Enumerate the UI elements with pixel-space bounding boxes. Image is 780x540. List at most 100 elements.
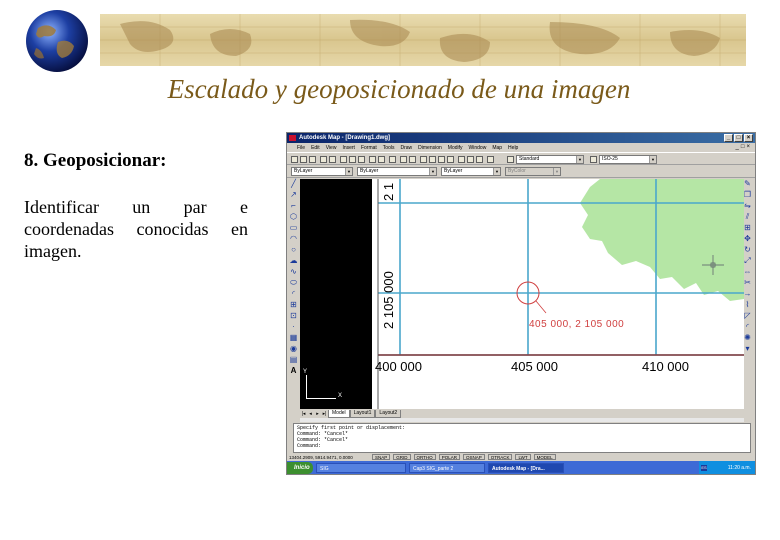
arc-icon[interactable]: ◠ xyxy=(289,234,298,243)
save-icon[interactable] xyxy=(309,156,316,163)
new-icon[interactable] xyxy=(291,156,298,163)
osnap-toggle[interactable]: OSNAP xyxy=(462,454,485,460)
mtext-icon[interactable]: A xyxy=(289,366,298,375)
table-icon[interactable]: ▤ xyxy=(289,355,298,364)
text-style-select[interactable]: Standard ▼ xyxy=(516,155,584,164)
tab-model[interactable]: Model xyxy=(328,409,350,418)
taskbar-item-sig[interactable]: SIG xyxy=(316,463,406,473)
taskbar-item-autodesk[interactable]: Autodesk Map - [Dra... xyxy=(488,463,564,473)
move-icon[interactable]: ✥ xyxy=(743,234,752,243)
linetype-select[interactable]: ByLayer ▼ xyxy=(357,167,437,176)
polar-toggle[interactable]: POLAR xyxy=(438,454,460,460)
menu-draw[interactable]: Draw xyxy=(400,145,412,151)
tab-layout2[interactable]: Layout2 xyxy=(375,409,402,418)
break-icon[interactable]: ⌇ xyxy=(743,300,752,309)
mirror-icon[interactable]: ⇋ xyxy=(743,201,752,210)
next-tab-icon[interactable]: ▸ xyxy=(314,411,321,417)
last-tab-icon[interactable]: ▸| xyxy=(321,411,328,417)
menu-map[interactable]: Map xyxy=(492,145,502,151)
dim-style-select[interactable]: ISO-25 ▼ xyxy=(599,155,657,164)
circle-icon[interactable]: ○ xyxy=(289,245,298,254)
tool-palette-icon[interactable] xyxy=(476,156,483,163)
menu-window[interactable]: Window xyxy=(469,145,487,151)
scale-icon[interactable]: ⤢ xyxy=(743,256,752,265)
model-toggle[interactable]: MODEL xyxy=(533,454,556,460)
prev-tab-icon[interactable]: ◂ xyxy=(307,411,314,417)
print-icon[interactable] xyxy=(320,156,327,163)
extend-icon[interactable]: → xyxy=(743,289,752,298)
maximize-button[interactable]: □ xyxy=(734,134,743,142)
hyperlink-icon[interactable] xyxy=(389,156,396,163)
polyline-icon[interactable]: ⌐ xyxy=(289,201,298,210)
ellipse-arc-icon[interactable]: ◜ xyxy=(289,289,298,298)
rotate-icon[interactable]: ↻ xyxy=(743,245,752,254)
ucs-icon[interactable] xyxy=(409,156,416,163)
zoom-realtime-icon[interactable] xyxy=(429,156,436,163)
menu-dimension[interactable]: Dimension xyxy=(418,145,442,151)
offset-icon[interactable]: ⫽ xyxy=(743,212,752,221)
construction-line-icon[interactable]: ↗ xyxy=(289,190,298,199)
osnap-icon[interactable] xyxy=(400,156,407,163)
menu-insert[interactable]: Insert xyxy=(342,145,355,151)
close-button[interactable]: × xyxy=(744,134,753,142)
revision-cloud-icon[interactable]: ☁ xyxy=(289,256,298,265)
menu-file[interactable]: File xyxy=(297,145,305,151)
array-icon[interactable]: ⊞ xyxy=(743,223,752,232)
line-icon[interactable]: ╱ xyxy=(289,179,298,188)
snap-toggle[interactable]: SNAP xyxy=(372,454,391,460)
menu-modify[interactable]: Modify xyxy=(448,145,463,151)
menu-help[interactable]: Help xyxy=(508,145,518,151)
menu-format[interactable]: Format xyxy=(361,145,377,151)
vscroll-down-icon[interactable]: ▾ xyxy=(743,344,752,353)
taskbar-item-cap3[interactable]: Cap3 SIG_parte 2 xyxy=(409,463,485,473)
lwt-toggle[interactable]: LWT xyxy=(515,454,531,460)
window-titlebar[interactable]: Autodesk Map - [Drawing1.dwg] _ □ × xyxy=(287,133,755,143)
drawing-area[interactable]: Y X 400 000 405 000 410 000 2 105 000 2 … xyxy=(300,179,744,409)
minimize-button[interactable]: _ xyxy=(724,134,733,142)
pan-icon[interactable] xyxy=(420,156,427,163)
zoom-previous-icon[interactable] xyxy=(447,156,454,163)
copy-object-icon[interactable]: ❐ xyxy=(743,190,752,199)
spline-icon[interactable]: ∿ xyxy=(289,267,298,276)
explode-icon[interactable]: ✺ xyxy=(743,333,752,342)
redo-icon[interactable] xyxy=(378,156,385,163)
otrack-toggle[interactable]: OTRACK xyxy=(487,454,513,460)
rectangle-icon[interactable]: ▭ xyxy=(289,223,298,232)
point-icon[interactable]: · xyxy=(289,322,298,331)
command-window[interactable]: Specify first point or displacement: Comm… xyxy=(293,423,751,453)
stretch-icon[interactable]: ⇔ xyxy=(743,267,752,276)
tab-layout1[interactable]: Layout1 xyxy=(349,409,376,418)
design-center-icon[interactable] xyxy=(467,156,474,163)
text-style-icon[interactable] xyxy=(507,156,514,163)
copy-icon[interactable] xyxy=(349,156,356,163)
open-icon[interactable] xyxy=(300,156,307,163)
hatch-icon[interactable]: ▦ xyxy=(289,333,298,342)
erase-icon[interactable]: ✎ xyxy=(743,179,752,188)
make-block-icon[interactable]: ⊡ xyxy=(289,311,298,320)
zoom-window-icon[interactable] xyxy=(438,156,445,163)
trim-icon[interactable]: ✂ xyxy=(743,278,752,287)
properties-icon[interactable] xyxy=(458,156,465,163)
dim-style-icon[interactable] xyxy=(590,156,597,163)
chamfer-icon[interactable]: ◸ xyxy=(743,311,752,320)
menu-tools[interactable]: Tools xyxy=(383,145,395,151)
start-button[interactable]: Inicio xyxy=(287,462,313,474)
region-icon[interactable]: ◉ xyxy=(289,344,298,353)
help-icon[interactable] xyxy=(487,156,494,163)
lineweight-select[interactable]: ByLayer ▼ xyxy=(441,167,501,176)
menu-view[interactable]: View xyxy=(326,145,337,151)
layer-select[interactable]: ByLayer ▼ xyxy=(291,167,353,176)
first-tab-icon[interactable]: |◂ xyxy=(300,411,307,417)
insert-block-icon[interactable]: ⊞ xyxy=(289,300,298,309)
ellipse-icon[interactable]: ⬭ xyxy=(289,278,298,287)
undo-icon[interactable] xyxy=(369,156,376,163)
polygon-icon[interactable]: ⬡ xyxy=(289,212,298,221)
preview-icon[interactable] xyxy=(329,156,336,163)
paste-icon[interactable] xyxy=(358,156,365,163)
cut-icon[interactable] xyxy=(340,156,347,163)
ortho-toggle[interactable]: ORTHO xyxy=(413,454,436,460)
horizontal-scrollbar[interactable] xyxy=(300,418,744,422)
plot-style-select[interactable]: ByColor ▼ xyxy=(505,167,561,176)
command-prompt[interactable]: Command: xyxy=(297,443,747,449)
menu-edit[interactable]: Edit xyxy=(311,145,320,151)
